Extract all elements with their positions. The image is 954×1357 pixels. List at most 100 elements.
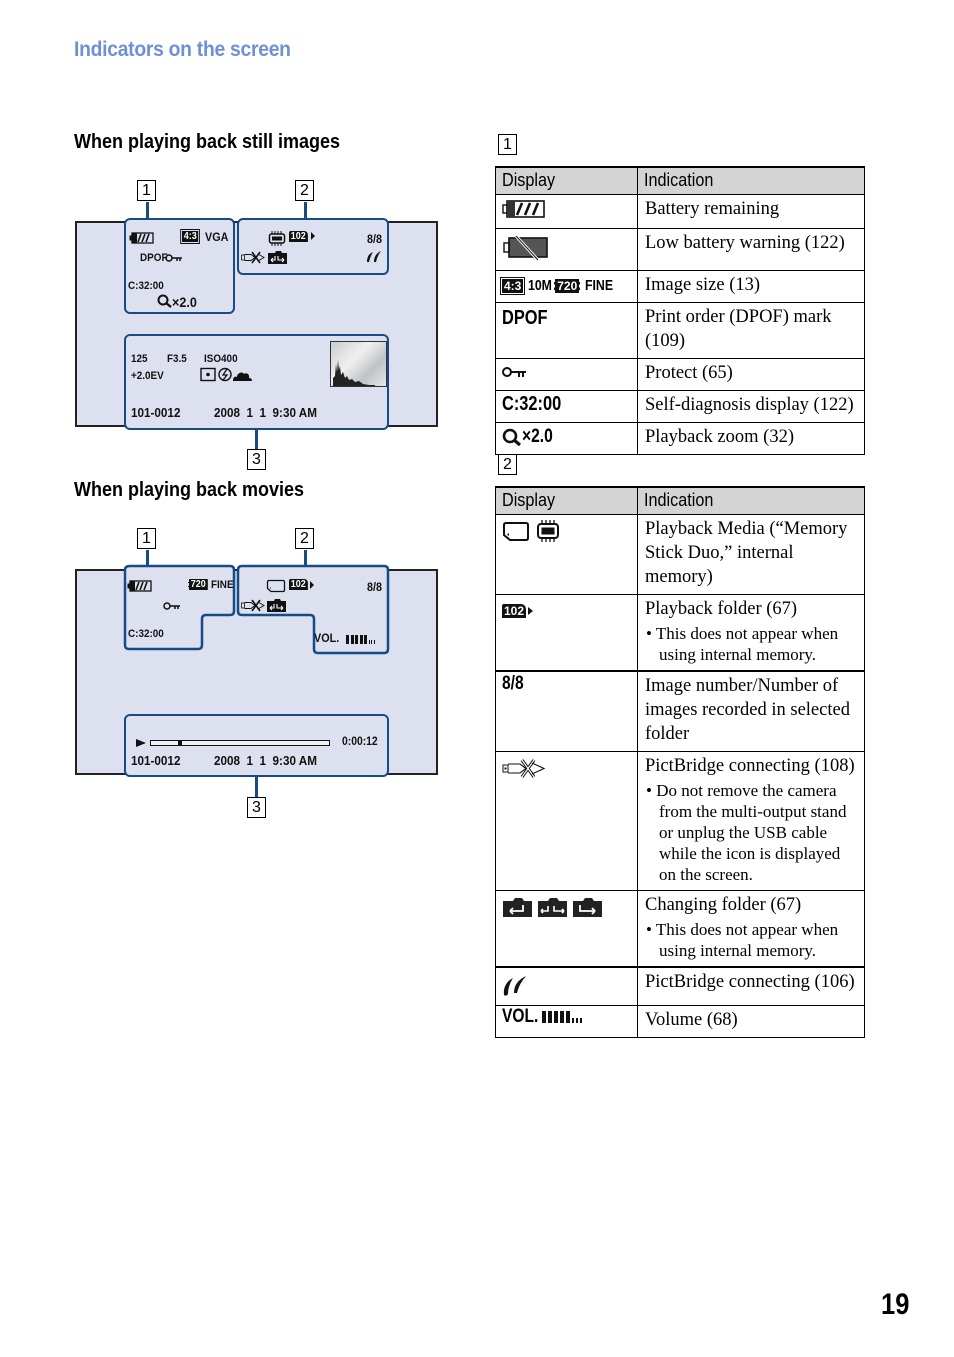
table-row: Low battery warning (122): [495, 228, 865, 271]
table2-label: 2: [498, 454, 517, 475]
memory-stick-icon: [266, 579, 286, 593]
play-icon[interactable]: [136, 739, 146, 747]
row-description: Playback zoom (32): [637, 422, 865, 455]
shooting-info-icons: [200, 367, 253, 382]
movie-callout-1: 1: [137, 528, 156, 549]
image-size: VGA: [205, 230, 229, 244]
movie-playback-folder: 102: [289, 579, 308, 590]
table-row: Battery remaining: [495, 194, 865, 229]
low-battery-icon: [503, 234, 548, 262]
table-row: 8/8 Image number/Number of images record…: [495, 670, 865, 752]
movie-battery-icon: [127, 580, 152, 592]
column-header-indication: Indication: [637, 486, 865, 515]
changing-folder-icon: [503, 898, 602, 917]
table-row: VOL. Volume (68): [495, 1005, 865, 1038]
iso: ISO400: [204, 353, 238, 365]
volume-bar-empty: [368, 640, 370, 644]
metering-spot-icon: [200, 367, 216, 382]
movie-size-badge: 720: [554, 278, 581, 293]
playback-zoom: ×2.0: [172, 294, 197, 310]
pictbridge-connecting-icon: [502, 759, 546, 778]
folder-back-icon: [503, 898, 532, 917]
column-header-display: Display: [495, 486, 638, 515]
movie-protect-key-icon: [163, 602, 180, 610]
pictbridge-print-icon: [503, 976, 526, 996]
playback-progress-bar[interactable]: [150, 740, 330, 746]
folder-arrow-icon: [528, 606, 534, 615]
histogram: [330, 341, 387, 387]
volume-bar-filled: [346, 635, 349, 644]
quality-fine: FINE: [584, 277, 613, 295]
column-header-display: Display: [495, 166, 638, 195]
row-description: PictBridge connecting (108) • Do not rem…: [637, 751, 865, 891]
folder-both-icon: [538, 898, 567, 917]
row-description: Battery remaining: [637, 194, 865, 229]
volume-level-icon: [542, 1011, 582, 1023]
still-group-2: 102 8/8: [237, 218, 389, 275]
movie-image-number: 8/8: [367, 580, 383, 594]
volume-bar-empty: [572, 1018, 574, 1023]
volume-label: VOL.: [314, 631, 340, 645]
flash-off-icon: [218, 367, 232, 382]
internal-memory-icon: [537, 520, 559, 542]
volume-bar-empty: [371, 640, 372, 644]
playback-zoom-icon: [502, 428, 522, 446]
row-description: Low battery warning (122): [637, 228, 865, 271]
row-description: Playback Media (“Memory Stick Duo,” inte…: [637, 514, 865, 595]
zoom-magnifier-icon: [157, 294, 172, 308]
playback-folder: 102: [289, 231, 308, 242]
table-row: PictBridge connecting (108) • Do not rem…: [495, 751, 865, 891]
movie-callout-3: 3: [247, 797, 266, 818]
volume-bar-filled: [566, 1011, 570, 1023]
protect-key-icon: [502, 367, 526, 377]
movie-quality: FINE: [211, 579, 234, 591]
table-row: Protect (65): [495, 358, 865, 391]
protect-key-icon: [165, 254, 182, 262]
row-description: Changing folder (67) • This does not app…: [637, 890, 865, 968]
aspect-ratio-badge: 4:3: [499, 276, 526, 295]
table-row: ×2.0 Playback zoom (32): [495, 422, 865, 455]
changing-folder-icon: [268, 251, 287, 264]
progress-knob[interactable]: [177, 740, 182, 746]
row-description-text: Playback folder (67): [645, 599, 798, 619]
movie-group-3: 0:00:12 101-0012 2008 1 1 9:30 AM: [124, 714, 389, 777]
playback-media-icon: [503, 520, 559, 542]
movie-date-time: 2008 1 1 9:30 AM: [214, 753, 317, 768]
playback-folder-icon: 102: [502, 603, 527, 618]
table-row: DPOF Print order (DPOF) mark (109): [495, 302, 865, 359]
still-heading: When playing back still images: [74, 131, 341, 153]
row-description: Volume (68): [637, 1005, 865, 1038]
table-row: C:32:00 Self-diagnosis display (122): [495, 390, 865, 423]
leader-3: [255, 430, 258, 449]
row-note: • This does not appear when using intern…: [646, 624, 839, 664]
white-balance-cloud-icon: [233, 372, 253, 381]
row-description: PictBridge connecting (106): [637, 966, 865, 1006]
movie-callout-2: 2: [295, 528, 314, 549]
table-row: Changing folder (67) • This does not app…: [495, 890, 865, 968]
row-description: Image number/Number of images recorded i…: [637, 670, 865, 752]
image-number: 8/8: [367, 232, 383, 246]
row-description: Self-diagnosis display (122): [637, 390, 865, 423]
row-note: • Do not remove the camera from the mult…: [646, 781, 847, 884]
movie-leader-3: [255, 777, 258, 797]
row-description: Image size (13): [637, 270, 865, 303]
image-size-10m: 10M: [527, 277, 552, 295]
zoom-factor: ×2.0: [522, 426, 553, 447]
file-number: 101-0012: [131, 405, 181, 420]
dpof-mark: DPOF: [502, 307, 548, 329]
image-number: 8/8: [502, 673, 524, 694]
aperture: F3.5: [167, 353, 187, 365]
volume-bar-filled: [359, 635, 363, 644]
volume-label: VOL.: [502, 1006, 539, 1027]
table-row: Playback Media (“Memory Stick Duo,” inte…: [495, 514, 865, 595]
movie-changing-folder-icon: [267, 599, 286, 612]
dpof-mark: DPOF: [140, 252, 168, 264]
volume-level-indicator: [346, 635, 375, 644]
row-description-text: PictBridge connecting (108): [645, 756, 855, 776]
table-group-1: Display Indication Battery remaining Low…: [495, 166, 865, 455]
folder-arrow-icon: [311, 232, 315, 240]
table-group-2: Display Indication Playback Media (“Memo…: [495, 486, 865, 1038]
aspect-ratio-badge: 4:3: [180, 229, 201, 244]
internal-memory-icon: [268, 231, 286, 246]
volume-bar-filled: [554, 1011, 558, 1023]
